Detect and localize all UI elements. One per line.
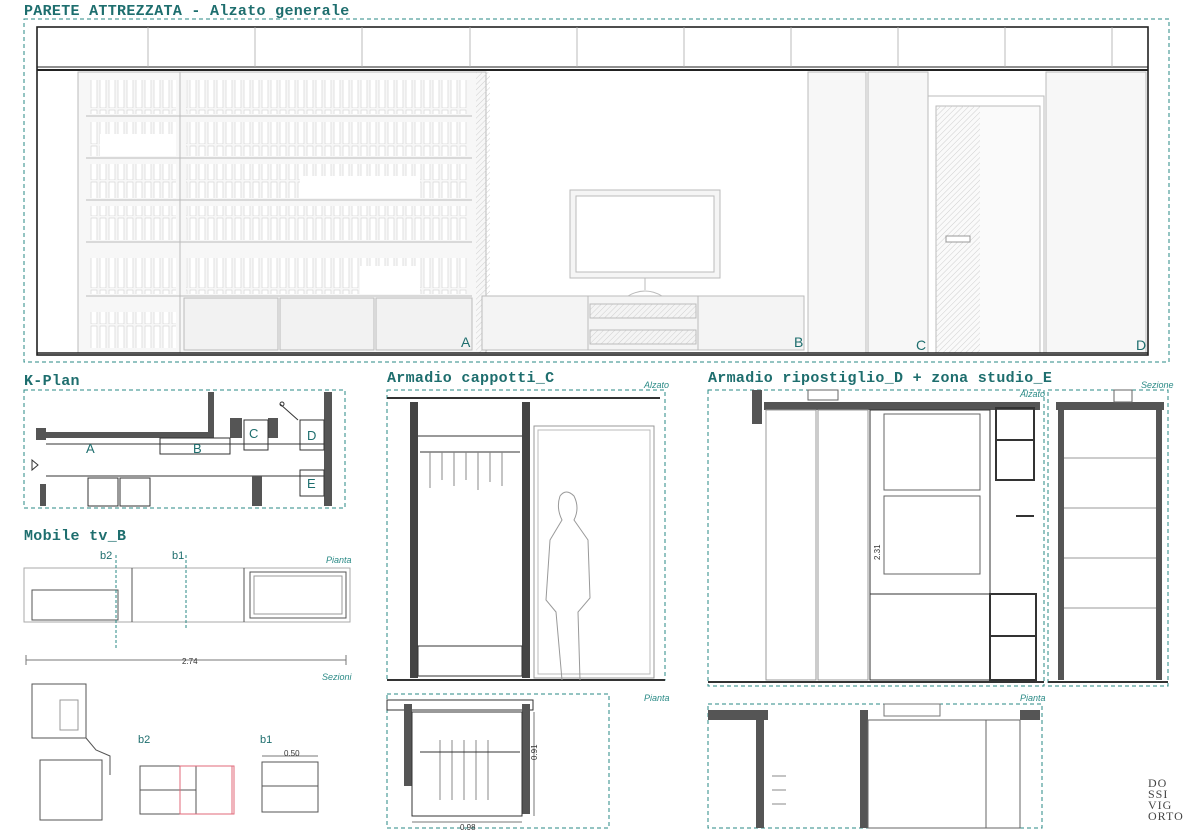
tv-cabinet-b (481, 189, 805, 351)
kplan-tag-c: C (249, 426, 259, 441)
section-mark-b2: b2 (100, 550, 113, 562)
armadio-c-width-dimension: 0.98 (460, 823, 476, 832)
armadio-d-frame-section (1047, 389, 1169, 687)
armadio-d-frame-elev (707, 389, 1045, 687)
armadio-d-plan-label: Pianta (1020, 693, 1046, 703)
drawing-sheet: PARETE ATTREZZATA - Alzato generale K-Pl… (0, 0, 1200, 840)
mobile-tv-sections (31, 683, 319, 821)
kplan-tag-d: D (307, 428, 317, 443)
armadio-d-plan (708, 703, 1040, 829)
drawing-canvas (23, 18, 1170, 829)
armadio-d-height-dimension: 2.31 (873, 544, 882, 560)
section-title-b2: b2 (138, 734, 151, 746)
kplan-frame (23, 389, 346, 509)
armadio-c-elevation-label: Alzato (644, 380, 670, 390)
bookcase-a (77, 71, 490, 354)
section-mark-b1: b1 (172, 550, 185, 562)
mobile-tv-total-dimension: 2.74 (182, 657, 198, 666)
armadio-c-elevation (387, 397, 665, 681)
studio-logo: DO SSI VIG ORTO (1148, 776, 1184, 823)
armadio-c-frame-plan (386, 693, 610, 829)
elevation-tag-b: B (794, 334, 804, 350)
mobile-tv-sections-label: Sezioni (322, 672, 352, 682)
section-b1-dimension: 0.50 (284, 749, 300, 758)
wardrobe-c (807, 71, 1147, 354)
kplan-tag-e: E (307, 476, 316, 491)
armadio-c-plan (386, 699, 535, 823)
armadio-e-section (1048, 389, 1168, 683)
armadio-d-elevation-label: Alzato (1020, 389, 1046, 399)
armadio-d-section-label: Sezione (1141, 380, 1174, 390)
armadio-c-depth-dimension: 0.91 (530, 744, 539, 760)
kplan-drawing (31, 392, 332, 507)
armadio-d-elevation (708, 389, 1044, 683)
mobile-tv-plan (23, 555, 351, 665)
section-title-b1: b1 (260, 734, 273, 746)
elevation-tag-c: C (916, 337, 927, 353)
elevation-tag-d: D (1136, 337, 1147, 353)
kplan-tag-a: A (86, 441, 95, 456)
elevation-tag-a: A (461, 334, 471, 350)
ceiling-grid (147, 27, 1113, 67)
kplan-tag-b: B (193, 441, 202, 456)
armadio-c-plan-label: Pianta (644, 693, 670, 703)
mobile-tv-plan-label: Pianta (326, 555, 352, 565)
